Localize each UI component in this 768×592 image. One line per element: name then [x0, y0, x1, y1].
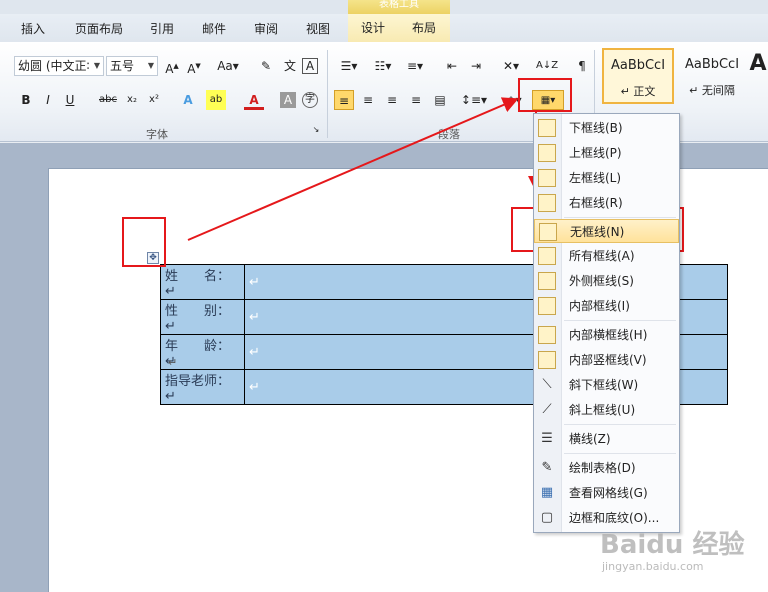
borders-shading-icon: ▢: [540, 510, 554, 525]
menu-item-label: 斜上框线(U): [569, 403, 636, 417]
menu-item-inside-borders[interactable]: 内部框线(I): [534, 294, 679, 318]
menu-item-diagonal-down[interactable]: ⟍ 斜下框线(W): [534, 373, 679, 397]
all-borders-icon: [538, 247, 556, 265]
inside-horizontal-border-icon: [538, 326, 556, 344]
menu-item-outside-borders[interactable]: 外侧框线(S): [534, 269, 679, 293]
menu-item-horizontal-line[interactable]: ☰ 横线(Z): [534, 427, 679, 451]
right-border-icon: [538, 194, 556, 212]
menu-item-label: 左框线(L): [569, 171, 622, 185]
outside-borders-icon: [538, 272, 556, 290]
menu-item-left-border[interactable]: 左框线(L): [534, 166, 679, 190]
menu-item-right-border[interactable]: 右框线(R): [534, 191, 679, 215]
menu-separator: [564, 320, 676, 321]
watermark-logo: Baidu 经验: [600, 530, 745, 560]
menu-item-label: 斜下框线(W): [569, 378, 639, 392]
menu-item-inside-vertical[interactable]: 内部竖框线(V): [534, 348, 679, 372]
inside-borders-icon: [538, 297, 556, 315]
menu-item-label: 外侧框线(S): [569, 274, 634, 288]
borders-menu: 下框线(B) 上框线(P) 左框线(L) 右框线(R) 无框线(N) 所有框线(…: [533, 113, 680, 533]
menu-item-label: 内部框线(I): [569, 299, 630, 313]
menu-item-label: 横线(Z): [569, 432, 611, 446]
draw-table-icon: ✎: [541, 460, 553, 475]
diagonal-down-border-icon: ⟍: [542, 377, 552, 392]
menu-separator: [564, 424, 676, 425]
watermark-url: jingyan.baidu.com: [602, 560, 704, 573]
gridlines-icon: ▦: [540, 485, 554, 500]
menu-item-view-gridlines[interactable]: ▦ 查看网格线(G): [534, 481, 679, 505]
menu-item-label: 查看网格线(G): [569, 486, 648, 500]
diagonal-up-border-icon: ⟋: [542, 402, 552, 417]
top-border-icon: [538, 144, 556, 162]
menu-separator: [564, 217, 676, 218]
menu-item-all-borders[interactable]: 所有框线(A): [534, 244, 679, 268]
menu-item-top-border[interactable]: 上框线(P): [534, 141, 679, 165]
menu-item-label: 右框线(R): [569, 196, 623, 210]
horizontal-line-icon: ☰: [541, 431, 553, 446]
menu-item-label: 内部横框线(H): [569, 328, 648, 342]
menu-item-label: 内部竖框线(V): [569, 353, 647, 367]
menu-item-label: 下框线(B): [569, 121, 623, 135]
menu-item-label: 无框线(N): [570, 225, 625, 239]
no-border-icon: [539, 223, 557, 241]
bottom-border-icon: [538, 119, 556, 137]
menu-item-label: 上框线(P): [569, 146, 622, 160]
menu-item-diagonal-up[interactable]: ⟋ 斜上框线(U): [534, 398, 679, 422]
menu-item-bottom-border[interactable]: 下框线(B): [534, 116, 679, 140]
menu-separator: [564, 453, 676, 454]
left-border-icon: [538, 169, 556, 187]
menu-item-inside-horizontal[interactable]: 内部横框线(H): [534, 323, 679, 347]
inside-vertical-border-icon: [538, 351, 556, 369]
menu-item-draw-table[interactable]: ✎ 绘制表格(D): [534, 456, 679, 480]
menu-item-label: 所有框线(A): [569, 249, 635, 263]
menu-item-label: 绘制表格(D): [569, 461, 636, 475]
menu-item-no-border[interactable]: 无框线(N): [534, 219, 679, 243]
